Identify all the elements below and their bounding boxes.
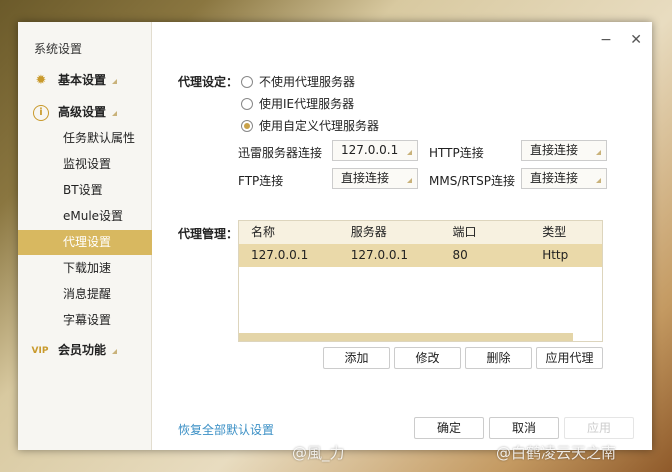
col-server[interactable]: 服务器	[339, 221, 441, 244]
sidebar-item-task-defaults[interactable]: 任务默认属性	[18, 126, 152, 151]
sidebar-item-subtitles[interactable]: 字幕设置	[18, 308, 152, 333]
close-button[interactable]: ✕	[630, 32, 642, 48]
watermark: @風_力	[292, 444, 345, 462]
settings-dialog: 系统设置 ✹ 基本设置 i 高级设置 任务默认属性 监视设置 BT设置 eMule设…	[18, 22, 652, 450]
col-port[interactable]: 端口	[440, 221, 532, 244]
sidebar-item-label: 高级设置	[58, 105, 107, 119]
col-type[interactable]: 类型	[532, 221, 602, 244]
window-controls: − ✕	[586, 32, 642, 48]
watermark: @白鹤凌云天之南	[496, 444, 617, 462]
radio-label: 使用自定义代理服务器	[259, 119, 380, 133]
sidebar-item-bt[interactable]: BT设置	[18, 178, 152, 203]
gear-icon: ✹	[35, 73, 47, 88]
sidebar-item-basic[interactable]: ✹ 基本设置	[18, 68, 152, 93]
apply-proxy-button[interactable]: 应用代理	[536, 347, 603, 369]
sidebar-item-download-accel[interactable]: 下载加速	[18, 256, 152, 281]
cell-type: Http	[542, 248, 569, 262]
radio-custom-proxy[interactable]: 使用自定义代理服务器	[241, 117, 379, 134]
sidebar-item-label: 会员功能	[58, 343, 107, 357]
sidebar-item-emule[interactable]: eMule设置	[18, 204, 152, 229]
info-icon: i	[33, 105, 49, 121]
ok-button[interactable]: 确定	[414, 417, 484, 439]
sidebar-item-label: 基本设置	[58, 73, 107, 87]
apply-button[interactable]: 应用	[564, 417, 634, 439]
proxy-setting-label: 代理设定：	[178, 75, 239, 89]
dialog-title: 系统设置	[34, 42, 83, 56]
radio-ie-proxy[interactable]: 使用IE代理服务器	[241, 95, 354, 112]
http-conn-label: HTTP连接	[429, 146, 484, 160]
sidebar-item-advanced[interactable]: i 高级设置	[18, 100, 152, 125]
cell-server: 127.0.0.1	[350, 248, 408, 262]
cell-name: 127.0.0.1	[251, 248, 309, 262]
horizontal-scrollbar[interactable]	[239, 333, 573, 341]
sidebar-item-notifications[interactable]: 消息提醒	[18, 282, 152, 307]
col-name[interactable]: 名称	[239, 221, 339, 244]
cancel-button[interactable]: 取消	[489, 417, 559, 439]
add-button[interactable]: 添加	[323, 347, 390, 369]
sidebar-item-monitor[interactable]: 监视设置	[18, 152, 152, 177]
mms-conn-label: MMS/RTSP连接	[429, 174, 516, 188]
radio-icon	[241, 75, 253, 88]
minimize-button[interactable]: −	[600, 32, 612, 48]
delete-button[interactable]: 删除	[465, 347, 532, 369]
radio-label: 使用IE代理服务器	[259, 97, 355, 111]
ftp-conn-label: FTP连接	[238, 174, 284, 188]
radio-checked-icon	[241, 119, 253, 132]
table-header: 名称 服务器 端口 类型	[239, 221, 602, 244]
expand-icon	[112, 349, 118, 354]
vip-icon: VIP	[31, 346, 49, 356]
proxy-table: 名称 服务器 端口 类型 127.0.0.1 127.0.0.1 80 Http	[238, 220, 603, 342]
radio-icon	[241, 97, 253, 110]
sidebar-item-vip[interactable]: VIP 会员功能	[18, 338, 152, 363]
expand-icon	[112, 79, 118, 84]
restore-defaults-link[interactable]: 恢复全部默认设置	[178, 421, 274, 438]
table-row[interactable]: 127.0.0.1 127.0.0.1 80 Http	[239, 244, 602, 267]
cell-port: 80	[452, 248, 468, 262]
xunlei-conn-label: 迅雷服务器连接	[238, 146, 323, 160]
ftp-conn-select[interactable]: 直接连接	[332, 168, 418, 189]
sidebar: 系统设置 ✹ 基本设置 i 高级设置 任务默认属性 监视设置 BT设置 eMule设…	[18, 22, 152, 450]
sidebar-item-proxy[interactable]: 代理设置	[18, 230, 152, 255]
expand-icon	[112, 111, 118, 116]
xunlei-conn-select[interactable]: 127.0.0.1	[332, 140, 418, 161]
edit-button[interactable]: 修改	[394, 347, 461, 369]
radio-label: 不使用代理服务器	[259, 75, 356, 89]
http-conn-select[interactable]: 直接连接	[521, 140, 607, 161]
radio-no-proxy[interactable]: 不使用代理服务器	[241, 73, 355, 90]
mms-conn-select[interactable]: 直接连接	[521, 168, 607, 189]
proxy-manage-label: 代理管理：	[178, 227, 239, 241]
